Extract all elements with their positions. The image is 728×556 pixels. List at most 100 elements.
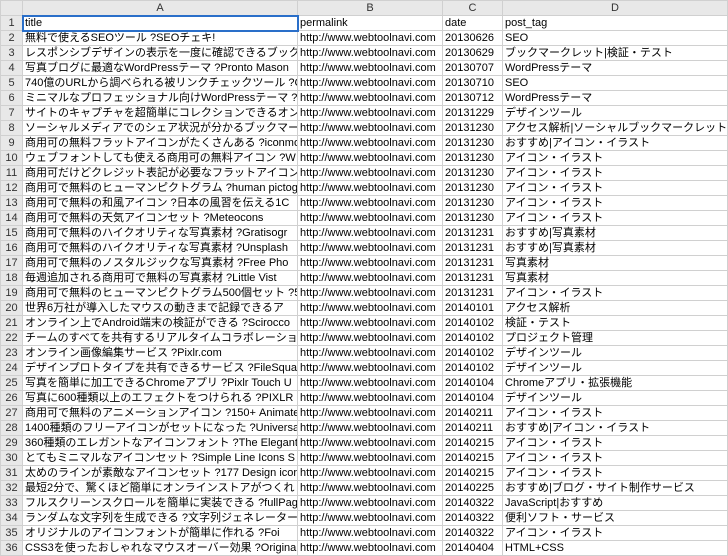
cell-title[interactable]: オリジナルのアイコンフォントが簡単に作れる ?Foi <box>23 526 298 541</box>
cell-permalink[interactable]: http://www.webtoolnavi.com <box>298 121 443 136</box>
row-header[interactable]: 13 <box>1 196 23 211</box>
cell-permalink[interactable]: http://www.webtoolnavi.com <box>298 421 443 436</box>
cell-date[interactable]: date <box>443 16 503 31</box>
cell-title[interactable]: 360種類のエレガントなアイコンフォント ?The Elegant I <box>23 436 298 451</box>
row-header[interactable]: 24 <box>1 361 23 376</box>
row-header[interactable]: 27 <box>1 406 23 421</box>
select-all-corner[interactable] <box>1 1 23 16</box>
cell-date[interactable]: 20130707 <box>443 61 503 76</box>
cell-title[interactable]: 太めのラインが素敵なアイコンセット ?177 Design icor <box>23 466 298 481</box>
row-header[interactable]: 31 <box>1 466 23 481</box>
cell-post-tag[interactable]: アイコン・イラスト <box>503 436 728 451</box>
cell-date[interactable]: 20140104 <box>443 376 503 391</box>
cell-date[interactable]: 20140322 <box>443 496 503 511</box>
cell-permalink[interactable]: http://www.webtoolnavi.com <box>298 481 443 496</box>
cell-permalink[interactable]: http://www.webtoolnavi.com <box>298 361 443 376</box>
cell-date[interactable]: 20140215 <box>443 466 503 481</box>
cell-permalink[interactable]: http://www.webtoolnavi.com <box>298 541 443 556</box>
cell-title[interactable]: CSS3を使ったおしゃれなマウスオーバー効果 ?Origina <box>23 541 298 556</box>
cell-date[interactable]: 20131230 <box>443 196 503 211</box>
cell-date[interactable]: 20130629 <box>443 46 503 61</box>
row-header[interactable]: 3 <box>1 46 23 61</box>
row-header[interactable]: 18 <box>1 271 23 286</box>
cell-post-tag[interactable]: おすすめ|写真素材 <box>503 241 728 256</box>
row-header[interactable]: 20 <box>1 301 23 316</box>
cell-post-tag[interactable]: HTML+CSS <box>503 541 728 556</box>
cell-permalink[interactable]: http://www.webtoolnavi.com <box>298 196 443 211</box>
cell-post-tag[interactable]: デザインツール <box>503 346 728 361</box>
row-header[interactable]: 2 <box>1 31 23 46</box>
cell-title[interactable]: 世界6万社が導入したマウスの動きまで記録できるア <box>23 301 298 316</box>
cell-title[interactable]: 無料で使えるSEOツール ?SEOチェキ! <box>23 31 298 46</box>
cell-permalink[interactable]: http://www.webtoolnavi.com <box>298 61 443 76</box>
cell-date[interactable]: 20131231 <box>443 286 503 301</box>
cell-post-tag[interactable]: アイコン・イラスト <box>503 211 728 226</box>
cell-post-tag[interactable]: 写真素材 <box>503 256 728 271</box>
cell-permalink[interactable]: http://www.webtoolnavi.com <box>298 346 443 361</box>
col-header-B[interactable]: B <box>298 1 443 16</box>
cell-title[interactable]: ウェブフォントしても使える商用可の無料アイコン ?W <box>23 151 298 166</box>
col-header-D[interactable]: D <box>503 1 728 16</box>
cell-permalink[interactable]: http://www.webtoolnavi.com <box>298 406 443 421</box>
row-header[interactable]: 17 <box>1 256 23 271</box>
cell-date[interactable]: 20131231 <box>443 256 503 271</box>
row-header[interactable]: 16 <box>1 241 23 256</box>
cell-date[interactable]: 20131231 <box>443 241 503 256</box>
cell-date[interactable]: 20130712 <box>443 91 503 106</box>
cell-permalink[interactable]: http://www.webtoolnavi.com <box>298 331 443 346</box>
cell-permalink[interactable]: http://www.webtoolnavi.com <box>298 181 443 196</box>
row-header[interactable]: 30 <box>1 451 23 466</box>
cell-title[interactable]: 写真ブログに最適なWordPressテーマ ?Pronto Mason <box>23 61 298 76</box>
cell-date[interactable]: 20131230 <box>443 151 503 166</box>
cell-date[interactable]: 20140211 <box>443 421 503 436</box>
row-header[interactable]: 4 <box>1 61 23 76</box>
cell-permalink[interactable]: permalink <box>298 16 443 31</box>
cell-date[interactable]: 20140101 <box>443 301 503 316</box>
cell-title[interactable]: 商用可で無料のノスタルジックな写真素材 ?Free Pho <box>23 256 298 271</box>
row-header[interactable]: 34 <box>1 511 23 526</box>
cell-date[interactable]: 20131230 <box>443 166 503 181</box>
cell-title[interactable]: title <box>23 16 298 31</box>
row-header[interactable]: 22 <box>1 331 23 346</box>
cell-post-tag[interactable]: アイコン・イラスト <box>503 166 728 181</box>
cell-title[interactable]: ソーシャルメディアでのシェア状況が分かるブックマー <box>23 121 298 136</box>
cell-title[interactable]: フルスクリーンスクロールを簡単に実装できる ?fullPag <box>23 496 298 511</box>
cell-date[interactable]: 20140225 <box>443 481 503 496</box>
cell-post-tag[interactable]: アイコン・イラスト <box>503 286 728 301</box>
cell-post-tag[interactable]: おすすめ|アイコン・イラスト <box>503 421 728 436</box>
cell-post-tag[interactable]: 便利ソフト・サービス <box>503 511 728 526</box>
cell-date[interactable]: 20131231 <box>443 271 503 286</box>
cell-post-tag[interactable]: WordPressテーマ <box>503 91 728 106</box>
cell-post-tag[interactable]: 写真素材 <box>503 271 728 286</box>
cell-post-tag[interactable]: SEO <box>503 31 728 46</box>
row-header[interactable]: 5 <box>1 76 23 91</box>
cell-date[interactable]: 20131229 <box>443 106 503 121</box>
cell-permalink[interactable]: http://www.webtoolnavi.com <box>298 526 443 541</box>
row-header[interactable]: 9 <box>1 136 23 151</box>
cell-permalink[interactable]: http://www.webtoolnavi.com <box>298 436 443 451</box>
row-header[interactable]: 12 <box>1 181 23 196</box>
cell-permalink[interactable]: http://www.webtoolnavi.com <box>298 301 443 316</box>
cell-title[interactable]: 写真に600種類以上のエフェクトをつけられる ?PIXLR <box>23 391 298 406</box>
cell-post-tag[interactable]: post_tag <box>503 16 728 31</box>
cell-post-tag[interactable]: おすすめ|ブログ・サイト制作サービス <box>503 481 728 496</box>
cell-date[interactable]: 20131230 <box>443 211 503 226</box>
cell-date[interactable]: 20140215 <box>443 451 503 466</box>
cell-title[interactable]: 1400種類のフリーアイコンがセットになった ?Universa <box>23 421 298 436</box>
cell-date[interactable]: 20131230 <box>443 136 503 151</box>
cell-permalink[interactable]: http://www.webtoolnavi.com <box>298 511 443 526</box>
cell-title[interactable]: 毎週追加される商用可で無料の写真素材 ?Little Vist <box>23 271 298 286</box>
col-header-A[interactable]: A <box>23 1 298 16</box>
cell-date[interactable]: 20140211 <box>443 406 503 421</box>
row-header[interactable]: 7 <box>1 106 23 121</box>
cell-permalink[interactable]: http://www.webtoolnavi.com <box>298 271 443 286</box>
cell-post-tag[interactable]: 検証・テスト <box>503 316 728 331</box>
cell-date[interactable]: 20140322 <box>443 526 503 541</box>
cell-title[interactable]: ミニマルなプロフェッショナル向けWordPressテーマ ?Al <box>23 91 298 106</box>
cell-title[interactable]: 商用可で無料のハイクオリティな写真素材 ?Gratisogr <box>23 226 298 241</box>
cell-title[interactable]: 商用可で無料のハイクオリティな写真素材 ?Unsplash <box>23 241 298 256</box>
cell-title[interactable]: 写真を簡単に加工できるChromeアプリ ?Pixlr Touch U <box>23 376 298 391</box>
cell-date[interactable]: 20130626 <box>443 31 503 46</box>
cell-permalink[interactable]: http://www.webtoolnavi.com <box>298 46 443 61</box>
cell-permalink[interactable]: http://www.webtoolnavi.com <box>298 151 443 166</box>
